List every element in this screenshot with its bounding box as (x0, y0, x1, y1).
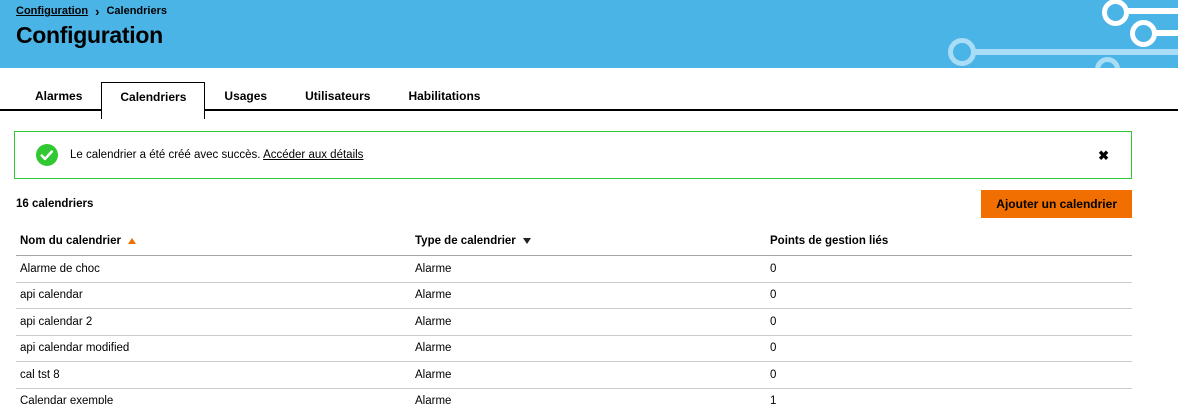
breadcrumb-separator-icon: › (95, 3, 100, 19)
table-body: Alarme de choc Alarme 0 api calendar Alarme 0… (16, 256, 1132, 404)
column-header-points-label: Points de gestion liés (770, 234, 889, 247)
table-cell-name: api calendar 2 (20, 315, 93, 328)
add-calendar-button[interactable]: Ajouter un calendrier (981, 190, 1132, 218)
circuit-line (1127, 8, 1178, 14)
tab-habilitations[interactable]: Habilitations (389, 82, 499, 111)
table-row[interactable]: cal tst 8 Alarme 0 (16, 362, 1132, 389)
table-row[interactable]: Alarme de choc Alarme 0 (16, 256, 1132, 283)
table-cell-linked_points: 0 (770, 289, 777, 302)
sort-asc-icon (127, 237, 136, 244)
calendar-count: 16 calendriers (16, 198, 94, 210)
table-cell-name: cal tst 8 (20, 368, 60, 381)
table-cell-name: Alarme de choc (20, 262, 100, 275)
tab-alarmes[interactable]: Alarmes (16, 82, 101, 111)
table-cell-name: api calendar modified (20, 342, 130, 355)
alert-message: Le calendrier a été créé avec succès. Ac… (70, 149, 363, 161)
table-row[interactable]: api calendar 2 Alarme 0 (16, 309, 1132, 336)
tab-bar: Alarmes Calendriers Usages Utilisateurs … (0, 82, 1178, 119)
circuit-node-icon (1102, 0, 1129, 26)
table-row[interactable]: Calendar exemple Alarme 1 (16, 389, 1132, 404)
table-row[interactable]: api calendar modified Alarme 0 (16, 336, 1132, 362)
column-header-type-label: Type de calendrier (415, 234, 516, 247)
table-cell-linked_points: 0 (770, 262, 777, 275)
table-cell-linked_points: 1 (770, 395, 777, 404)
table-cell-linked_points: 0 (770, 342, 777, 355)
calendars-table: Nom du calendrier Type de calendrier Poi… (16, 226, 1132, 404)
circuit-node-icon (948, 38, 976, 66)
success-alert: Le calendrier a été créé avec succès. Ac… (14, 131, 1132, 179)
page-header: Configuration › Calendriers Configuratio… (0, 0, 1178, 68)
circuit-line (1155, 30, 1178, 36)
tab-calendriers[interactable]: Calendriers (101, 82, 206, 119)
table-cell-name: api calendar (20, 289, 83, 302)
table-cell-type: Alarme (415, 368, 452, 381)
table-cell-type: Alarme (415, 289, 452, 302)
success-check-icon (36, 144, 58, 166)
caret-down-icon (522, 237, 531, 244)
alert-message-text: Le calendrier a été créé avec succès. (70, 149, 261, 161)
table-cell-type: Alarme (415, 342, 452, 355)
table-row[interactable]: api calendar Alarme 0 (16, 283, 1132, 309)
table-cell-linked_points: 0 (770, 368, 777, 381)
breadcrumb-current: Calendriers (106, 5, 167, 17)
page-title: Configuration (16, 22, 163, 48)
alert-details-link[interactable]: Accéder aux détails (263, 149, 363, 161)
column-header-type[interactable]: Type de calendrier (415, 235, 770, 247)
circuit-node-icon (1095, 57, 1120, 68)
table-header-row: Nom du calendrier Type de calendrier Poi… (16, 226, 1132, 256)
circuit-line (974, 49, 1178, 55)
table-cell-name: Calendar exemple (20, 395, 114, 404)
column-header-name-label: Nom du calendrier (20, 234, 121, 247)
table-cell-linked_points: 0 (770, 315, 777, 328)
column-header-name[interactable]: Nom du calendrier (16, 235, 415, 247)
table-cell-type: Alarme (415, 395, 452, 404)
column-header-points: Points de gestion liés (770, 235, 1132, 247)
tab-utilisateurs[interactable]: Utilisateurs (286, 82, 389, 111)
breadcrumb-link-configuration[interactable]: Configuration (16, 5, 88, 17)
circuit-node-icon (1130, 20, 1157, 47)
alert-close-button[interactable]: ✖ (1098, 149, 1109, 162)
tab-usages[interactable]: Usages (205, 82, 286, 111)
table-cell-type: Alarme (415, 262, 452, 275)
table-cell-type: Alarme (415, 315, 452, 328)
breadcrumb: Configuration › Calendriers (16, 3, 167, 19)
list-toolbar: 16 calendriers Ajouter un calendrier (16, 190, 1132, 218)
